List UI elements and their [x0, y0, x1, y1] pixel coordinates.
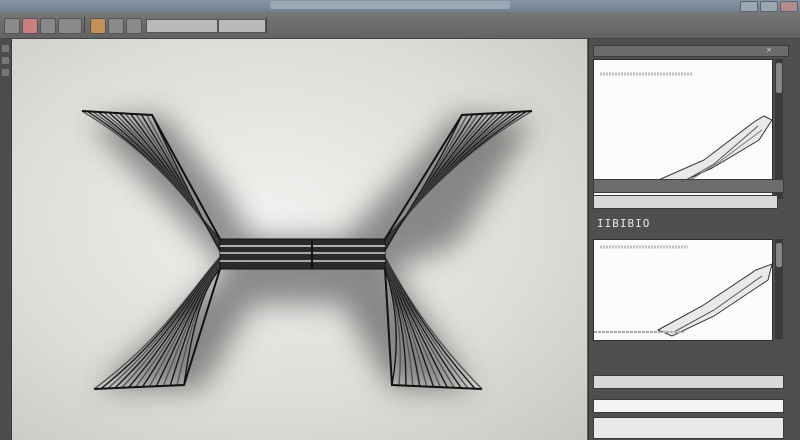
tool-icon[interactable] — [2, 57, 9, 64]
model-center-bar — [219, 238, 386, 270]
bottom-box — [593, 417, 784, 439]
snap-icon[interactable] — [22, 18, 38, 34]
maximize-icon[interactable] — [760, 1, 778, 12]
grid-icon[interactable] — [126, 18, 142, 34]
model-viewport[interactable] — [12, 39, 587, 440]
render-icon[interactable] — [108, 18, 124, 34]
left-tool-strip — [0, 39, 12, 440]
toolbar-separator — [84, 17, 85, 33]
toolbar-field-1[interactable] — [146, 19, 218, 33]
bottom-row-1[interactable] — [593, 375, 784, 389]
tool-icon[interactable] — [2, 45, 9, 52]
x-shaped-model — [81, 110, 533, 390]
color-icon[interactable] — [90, 18, 106, 34]
preview-bottom[interactable] — [593, 239, 773, 341]
toolbar-field-2[interactable] — [218, 19, 266, 33]
scroll-thumb[interactable] — [776, 243, 782, 267]
tool-icon[interactable] — [2, 69, 9, 76]
property-header — [593, 179, 784, 193]
preview-top-scrollbar[interactable] — [775, 59, 783, 199]
property-field[interactable] — [593, 195, 778, 209]
layer-icon[interactable] — [40, 18, 56, 34]
property-value: IIBIBIO — [597, 217, 651, 230]
close-icon[interactable] — [780, 1, 798, 12]
panel-close-icon[interactable]: × — [765, 47, 773, 54]
view-icon[interactable] — [58, 18, 82, 34]
preview-bottom-shape — [594, 245, 772, 337]
bottom-row-2[interactable] — [593, 399, 784, 413]
preview-bottom-scrollbar[interactable] — [775, 239, 783, 339]
minimize-icon[interactable] — [740, 1, 758, 12]
properties-panel: × IIBIBIO — [588, 39, 800, 440]
toolbar — [0, 12, 800, 39]
window-title — [270, 1, 510, 9]
scroll-thumb[interactable] — [776, 63, 782, 93]
select-tool-icon[interactable] — [4, 18, 20, 34]
toolbar-separator — [266, 17, 267, 33]
panel-header — [593, 45, 789, 57]
